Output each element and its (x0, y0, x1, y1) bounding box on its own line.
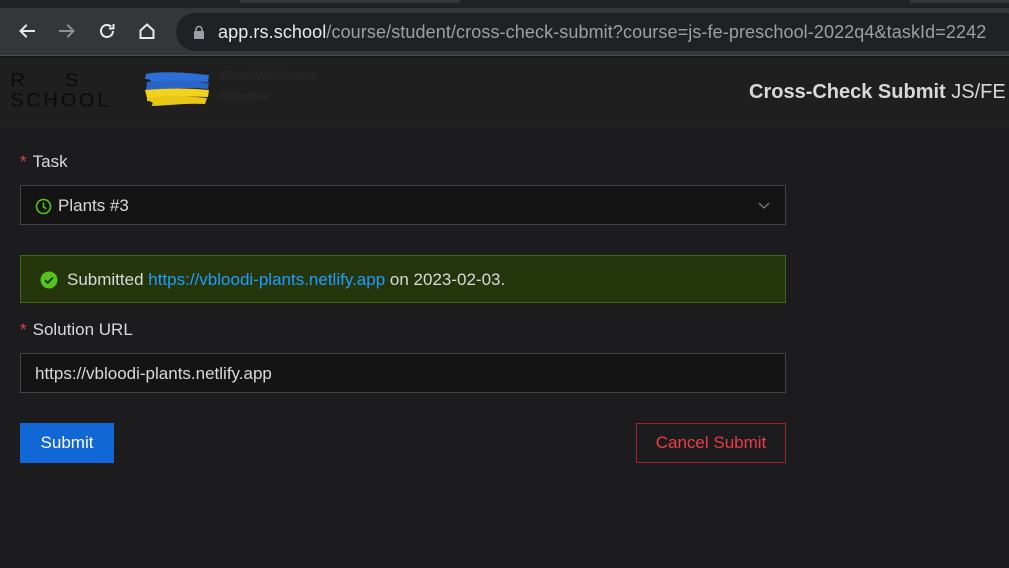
submitted-alert: Submitted https://vbloodi-plants.netlify… (20, 255, 786, 303)
solution-url-label-text: Solution URL (32, 320, 133, 339)
page-title-course: JS/FE P (951, 81, 1009, 103)
address-bar[interactable]: app.rs.school/course/student/cross-check… (176, 13, 1009, 51)
page-title-bold: Cross-Check Submit (749, 81, 946, 103)
task-select[interactable]: Plants #3 (20, 185, 786, 225)
reload-button[interactable] (92, 16, 122, 46)
check-circle-icon (40, 271, 58, 289)
app-header: R S SCHOOL #StandWithUkraine #StopWar Cr… (0, 57, 1009, 127)
submit-button[interactable]: Submit (20, 423, 114, 463)
rs-school-logo[interactable]: R S SCHOOL (10, 69, 118, 113)
solution-url-value: https://vbloodi-plants.netlify.app (35, 364, 272, 383)
task-select-text: Plants #3 (58, 196, 129, 215)
url-host: app.rs.school (218, 22, 327, 42)
chevron-down-icon (758, 202, 770, 209)
required-mark: * (20, 320, 27, 339)
slogan-stop-war: #StopWar (219, 91, 270, 103)
slogan-stand-with-ukraine: #StandWithUkraine (219, 70, 319, 82)
browser-tab-strip (0, 0, 1009, 8)
forward-button[interactable] (52, 16, 82, 46)
solution-url-input[interactable]: https://vbloodi-plants.netlify.app (20, 353, 786, 393)
alert-message: Submitted https://vbloodi-plants.netlify… (67, 270, 505, 290)
back-icon (19, 24, 35, 38)
browser-toolbar: app.rs.school/course/student/cross-check… (0, 8, 1009, 56)
task-label: * Task (20, 152, 68, 172)
clock-icon (35, 198, 52, 215)
main-content: * Task Plants #3 Submitted https://vblood… (0, 127, 1009, 568)
solution-url-label: * Solution URL (20, 320, 133, 340)
home-button[interactable] (132, 16, 162, 46)
alert-suffix: on 2023-02-03. (389, 270, 506, 289)
solution-link[interactable]: https://vbloodi-plants.netlify.app (148, 270, 385, 289)
alert-prefix: Submitted (67, 270, 144, 289)
url-text: app.rs.school/course/student/cross-check… (218, 22, 986, 43)
task-label-text: Task (32, 152, 68, 171)
logo-line-2: SCHOOL (10, 89, 112, 112)
forward-icon (59, 24, 75, 38)
required-mark: * (20, 152, 27, 171)
lock-icon (194, 25, 204, 39)
reload-icon (100, 24, 115, 38)
cancel-submit-button[interactable]: Cancel Submit (636, 423, 786, 463)
home-icon (139, 23, 155, 39)
task-select-value: Plants #3 (35, 196, 129, 216)
ukraine-flag-icon (145, 72, 209, 106)
page-title: Cross-Check Submit JS/FE P (749, 81, 1009, 104)
back-button[interactable] (12, 16, 42, 46)
url-path: /course/student/cross-check-submit?cours… (326, 22, 987, 42)
